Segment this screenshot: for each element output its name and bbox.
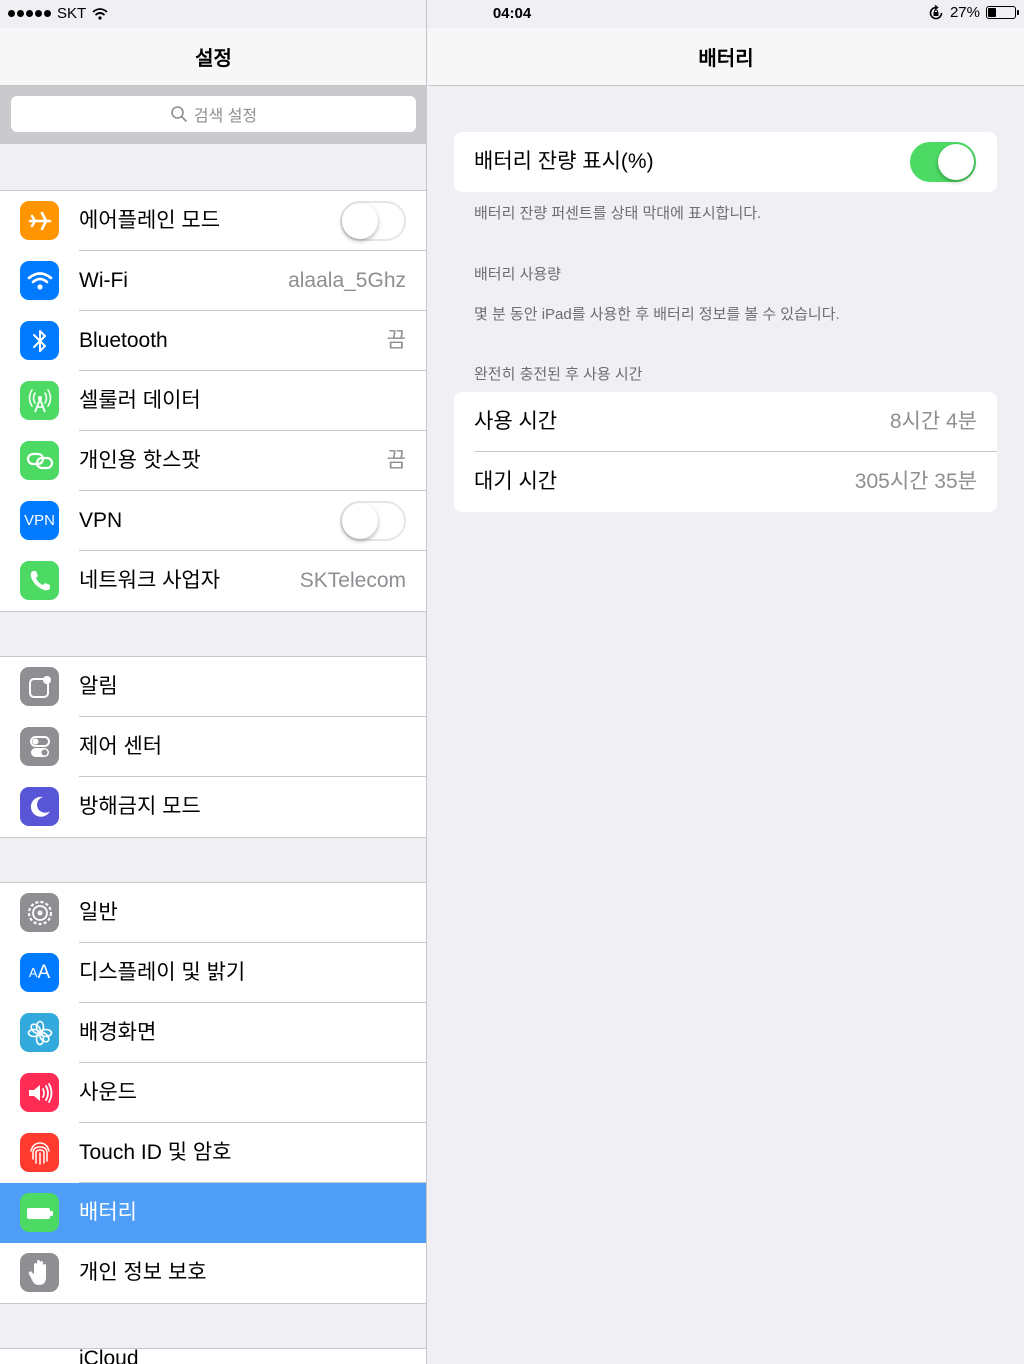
cellular-antenna-icon [20,381,59,420]
search-icon [171,106,187,122]
standby-time-row: 대기 시간 305시간 35분 [454,452,997,512]
row-label: 제어 센터 [79,735,163,758]
usage-time-value: 8시간 4분 [889,410,977,433]
carrier-value: SKTelecom [299,569,406,592]
row-label: 에어플레인 모드 [79,209,221,232]
settings-row-carrier[interactable]: 네트워크 사업자 SKTelecom [0,551,426,611]
battery-icon [20,1193,59,1232]
settings-row-cellular-data[interactable]: 셀룰러 데이터 [0,371,426,431]
row-label: 방해금지 모드 [79,795,201,818]
moon-icon [20,787,59,826]
settings-row-wifi[interactable]: Wi-Fi alaala_5Ghz [0,251,426,311]
text-size-icon: AA [20,953,59,992]
row-label: Wi-Fi [79,269,128,292]
usage-time-label: 사용 시간 [474,410,558,433]
standby-time-value: 305시간 35분 [854,470,977,493]
settings-row-battery[interactable]: 배터리 [0,1183,426,1243]
rotation-lock-icon [929,4,943,19]
vpn-switch[interactable] [340,501,406,541]
settings-row-do-not-disturb[interactable]: 방해금지 모드 [0,777,426,837]
usage-times-card: 사용 시간 8시간 4분 대기 시간 305시간 35분 [454,392,997,512]
speaker-icon [20,1073,59,1112]
settings-row-display-brightness[interactable]: AA 디스플레이 및 밝기 [0,943,426,1003]
row-label: 셀룰러 데이터 [79,389,201,412]
bluetooth-icon [20,321,59,360]
search-input[interactable]: 검색 설정 [11,96,416,132]
settings-row-personal-hotspot[interactable]: 개인용 핫스팟 끔 [0,431,426,491]
status-right: 27% [928,4,1019,21]
status-battery-icon [986,6,1019,19]
bluetooth-status-value: 끔 [386,329,406,352]
settings-row-icloud[interactable]: iCloud [0,1347,426,1364]
settings-group-connectivity: 에어플레인 모드 Wi-Fi alaala_5Ghz Bluetooth 끔 셀… [0,190,426,612]
usage-time-row: 사용 시간 8시간 4분 [454,392,997,452]
battery-usage-header: 배터리 사용량 [474,266,561,283]
settings-row-wallpaper[interactable]: 배경화면 [0,1003,426,1063]
battery-usage-footer: 몇 분 동안 iPad를 사용한 후 배터리 정보를 볼 수 있습니다. [474,306,840,323]
battery-percentage-label: 배터리 잔량 표시(%) [474,150,654,173]
settings-row-control-center[interactable]: 제어 센터 [0,717,426,777]
settings-row-sounds[interactable]: 사운드 [0,1063,426,1123]
row-label: 개인용 핫스팟 [79,449,201,472]
row-label: Touch ID 및 암호 [79,1141,232,1164]
settings-sidebar: 설정 검색 설정 에어플레인 모드 Wi-Fi alaala_5Ghz Blue… [0,0,427,1364]
status-time: 04:04 [492,5,532,22]
airplane-icon [20,201,59,240]
row-label: VPN [79,509,123,532]
row-label: 네트워크 사업자 [79,569,221,592]
notifications-icon [20,667,59,706]
settings-row-bluetooth[interactable]: Bluetooth 끔 [0,311,426,371]
settings-row-privacy[interactable]: 개인 정보 보호 [0,1243,426,1303]
row-label: 알림 [79,675,118,698]
row-label: 일반 [79,901,118,924]
airplane-mode-switch[interactable] [340,201,406,241]
settings-group-notifications: 알림 제어 센터 방해금지 모드 [0,656,426,838]
wifi-network-value: alaala_5Ghz [288,269,406,292]
gear-icon [20,893,59,932]
settings-group-general: 일반 AA 디스플레이 및 밝기 배경화면 사운드 Touch ID 및 암호 … [0,882,426,1304]
row-label: 배터리 [79,1201,137,1224]
row-label: 개인 정보 보호 [79,1261,207,1284]
flower-icon [20,1013,59,1052]
settings-row-vpn[interactable]: VPN VPN [0,491,426,551]
row-label: Bluetooth [79,329,168,352]
hotspot-status-value: 끔 [386,449,406,472]
screen: 설정 검색 설정 에어플레인 모드 Wi-Fi alaala_5Ghz Blue… [0,0,1024,1364]
detail-title: 배터리 [698,48,754,70]
settings-row-touch-id[interactable]: Touch ID 및 암호 [0,1123,426,1183]
phone-icon [20,561,59,600]
settings-row-airplane-mode[interactable]: 에어플레인 모드 [0,191,426,251]
hand-icon [20,1253,59,1292]
fingerprint-icon [20,1133,59,1172]
search-placeholder: 검색 설정 [193,108,258,125]
vpn-icon: VPN [20,501,59,540]
since-charge-header: 완전히 충전된 후 사용 시간 [474,366,643,383]
battery-percentage-switch[interactable] [910,142,976,182]
sidebar-title: 설정 [195,48,232,70]
row-label: iCloud [79,1347,139,1364]
battery-percentage-card: 배터리 잔량 표시(%) [454,132,997,192]
row-label: 배경화면 [79,1021,157,1044]
settings-group-icloud-partial: iCloud [0,1347,426,1364]
row-label: 사운드 [79,1081,137,1104]
wifi-icon [20,261,59,300]
sidebar-nav-bar: 설정 [0,28,426,86]
battery-percentage-footer: 배터리 잔량 퍼센트를 상태 막대에 표시합니다. [474,205,762,222]
battery-percent-text: 27% [949,4,980,21]
status-bar: SKT 04:04 27% [0,0,1024,28]
battery-percentage-row[interactable]: 배터리 잔량 표시(%) [454,132,997,192]
hotspot-link-icon [20,441,59,480]
search-area: 검색 설정 [0,86,426,144]
battery-detail-pane: 배터리 배터리 잔량 표시(%) 배터리 잔량 퍼센트를 상태 막대에 표시합니… [428,0,1024,1364]
control-center-icon [20,727,59,766]
settings-row-notifications[interactable]: 알림 [0,657,426,717]
settings-row-general[interactable]: 일반 [0,883,426,943]
row-label: 디스플레이 및 밝기 [79,961,246,984]
detail-nav-bar: 배터리 [428,28,1024,86]
standby-time-label: 대기 시간 [474,470,558,493]
